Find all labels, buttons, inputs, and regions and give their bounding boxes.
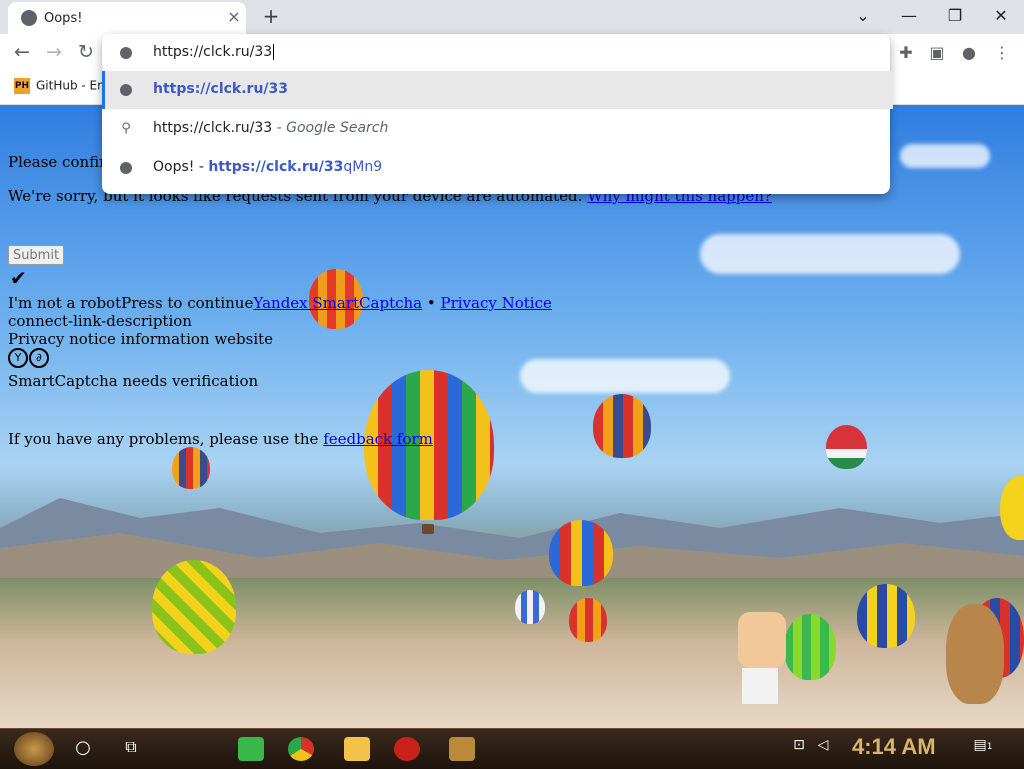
search-icon[interactable]: ○ xyxy=(70,737,96,761)
cloud xyxy=(900,144,990,168)
text-cursor xyxy=(273,44,275,60)
tab-search-button[interactable]: ⌄ xyxy=(852,6,874,25)
start-button[interactable] xyxy=(14,732,54,766)
tab-strip: Oops! × + ⌄ — ❐ ✕ xyxy=(0,0,1024,34)
cloud xyxy=(700,234,960,274)
clock[interactable]: 4:14 AM xyxy=(852,734,936,760)
notification-count: 1 xyxy=(986,742,993,752)
close-window-button[interactable]: ✕ xyxy=(990,6,1012,25)
ph-icon: PH xyxy=(14,78,30,94)
side-panel-icon[interactable]: ▣ xyxy=(926,43,948,62)
hot-air-balloon xyxy=(569,598,607,642)
balloon-basket xyxy=(422,524,434,534)
notification-icon[interactable]: ▤1 xyxy=(970,737,996,761)
file-explorer-icon[interactable] xyxy=(344,737,370,761)
task-view-icon[interactable]: ⧉ xyxy=(118,737,144,761)
suggestion-suffix: qMn9 xyxy=(343,159,383,175)
suggestion-text: https://clck.ru/33 - Google Search xyxy=(153,120,388,136)
hot-air-balloon xyxy=(172,447,210,489)
verification-text: SmartCaptcha needs verification xyxy=(8,372,259,390)
hot-air-balloon xyxy=(784,614,836,680)
chrome-icon[interactable] xyxy=(288,737,314,761)
captcha-line: I'm not a robotPress to continueYandex S… xyxy=(8,294,552,312)
desktop-character-body xyxy=(742,668,778,704)
omnibox-dropdown: https://clck.ru/33 https://clck.ru/33 ⚲ … xyxy=(102,34,893,194)
logo-y: Y xyxy=(8,348,28,368)
suggestion-query: https://clck.ru/33 xyxy=(153,120,273,136)
globe-icon xyxy=(120,84,132,96)
suggestion-prefix: Oops! - xyxy=(153,159,209,175)
address-bar[interactable]: https://clck.ru/33 xyxy=(102,34,890,72)
desktop-character-man[interactable] xyxy=(738,612,786,668)
restore-button[interactable]: ❐ xyxy=(944,6,966,25)
reload-button[interactable]: ↻ xyxy=(74,41,98,63)
problems-text: If you have any problems, please use the xyxy=(8,430,324,448)
bookmark-github[interactable]: PH GitHub - Er xyxy=(14,78,102,94)
submit-button[interactable]: Submit xyxy=(8,245,64,265)
checkmark-icon[interactable]: ✔ xyxy=(10,266,27,290)
minimize-button[interactable]: — xyxy=(898,6,920,25)
suggestion-item[interactable]: ⚲ https://clck.ru/33 - Google Search xyxy=(102,110,890,148)
suggestion-text: Oops! - https://clck.ru/33qMn9 xyxy=(153,159,382,175)
connect-link-description: connect-link-description xyxy=(8,312,192,330)
sheets-app-icon[interactable] xyxy=(238,737,264,761)
menu-icon[interactable]: ⋮ xyxy=(991,43,1013,62)
bookmark-label: GitHub - Er xyxy=(36,78,103,93)
feedback-form-link[interactable]: feedback form xyxy=(323,430,433,448)
logo-swirl: ∂ xyxy=(29,348,49,368)
problems-line: If you have any problems, please use the… xyxy=(8,430,433,448)
hot-air-balloon xyxy=(549,520,613,586)
back-button[interactable]: ← xyxy=(10,41,34,63)
globe-icon xyxy=(21,10,37,26)
close-icon[interactable]: × xyxy=(224,7,244,26)
globe-icon xyxy=(120,47,132,59)
profile-icon[interactable]: ● xyxy=(958,43,980,62)
privacy-notice-link[interactable]: Privacy Notice xyxy=(441,294,552,312)
suggestion-suffix: - Google Search xyxy=(272,120,389,136)
suggestion-url: https://clck.ru/33 xyxy=(208,159,344,175)
suggestion-url: https://clck.ru/33 xyxy=(153,81,289,97)
hot-air-balloon xyxy=(857,584,915,648)
devcpp-icon[interactable] xyxy=(394,737,420,761)
network-icon[interactable]: ⊡ xyxy=(786,737,812,761)
hot-air-balloon xyxy=(826,425,867,469)
search-icon: ⚲ xyxy=(121,121,131,136)
forward-button[interactable]: → xyxy=(42,41,66,63)
suggestion-item[interactable]: Oops! - https://clck.ru/33qMn9 xyxy=(102,149,890,187)
mountains xyxy=(0,498,1024,578)
cloud xyxy=(520,359,730,393)
address-value: https://clck.ru/33 xyxy=(153,44,273,60)
hot-air-balloon xyxy=(593,394,651,458)
tab-oops[interactable]: Oops! × xyxy=(8,2,246,34)
desktop-character-hamster[interactable] xyxy=(946,604,1004,704)
bullet-separator: • xyxy=(422,294,441,312)
tab-title: Oops! xyxy=(44,11,83,26)
hot-air-balloon xyxy=(1000,476,1024,540)
robot-text: I'm not a robotPress to continue xyxy=(8,294,254,312)
app-icon[interactable] xyxy=(449,737,475,761)
globe-icon xyxy=(120,162,132,174)
suggestion-text: https://clck.ru/33 xyxy=(153,81,288,97)
hot-air-balloon xyxy=(152,560,236,654)
hot-air-balloon xyxy=(515,590,545,624)
suggestion-item[interactable]: https://clck.ru/33 xyxy=(102,71,893,109)
taskbar: ○ ⧉ ⊡ ◁ 4:14 AM ▤1 xyxy=(0,728,1024,769)
yandex-logo: Y ∂ xyxy=(8,346,50,368)
new-tab-button[interactable]: + xyxy=(260,4,282,28)
address-input[interactable]: https://clck.ru/33 xyxy=(153,44,275,60)
extensions-icon[interactable]: ✚ xyxy=(895,43,917,62)
volume-muted-icon[interactable]: ◁ xyxy=(810,737,836,761)
smartcaptcha-link[interactable]: Yandex SmartCaptcha xyxy=(253,294,422,312)
